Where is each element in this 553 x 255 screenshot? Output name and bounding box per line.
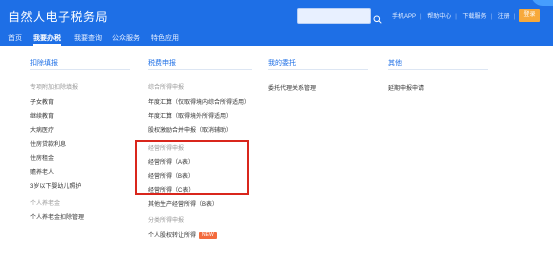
column-divider — [30, 69, 130, 70]
divider: | — [420, 14, 422, 20]
menu-item-serious-illness[interactable]: 大病医疗 — [30, 125, 54, 134]
group-title-special-deduction: 专项附加扣除填报 — [30, 85, 79, 91]
top-links: 手机APP | 帮助中心 | 下载服务 | 注册 | — [392, 11, 519, 20]
nav-featured-apps[interactable]: 特色应用 — [151, 33, 179, 46]
download-link[interactable]: 下载服务 — [463, 14, 487, 20]
nav-query[interactable]: 我要查询 — [74, 33, 102, 46]
help-center-link[interactable]: 帮助中心 — [427, 14, 451, 20]
menu-item-entrust-management[interactable]: 委托代理关系管理 — [268, 83, 316, 92]
menu-item-annual-settlement-overseas[interactable]: 年度汇算（取得境外所得适用） — [148, 111, 232, 120]
divider: | — [455, 14, 457, 20]
menu-item-housing-rent[interactable]: 住房租金 — [30, 153, 54, 162]
menu-item-continuing-education[interactable]: 继续教育 — [30, 111, 54, 120]
column-divider — [148, 69, 252, 70]
column-title-deduction[interactable]: 扣除填报 — [30, 58, 58, 68]
menu-item-equity-incentive[interactable]: 股权激励合并申报（取消辅助） — [148, 125, 232, 134]
new-badge: NEW — [199, 231, 217, 239]
column-title-my-entrust[interactable]: 我的委托 — [268, 58, 296, 68]
divider: | — [513, 14, 516, 20]
register-link[interactable]: 注册 — [498, 14, 510, 20]
menu-item-pension-deduction[interactable]: 个人养老金扣除管理 — [30, 212, 84, 221]
site-title[interactable]: 自然人电子税务局 — [8, 8, 108, 25]
column-divider — [388, 69, 488, 70]
divider: | — [490, 14, 493, 20]
column-title-tax-declaration[interactable]: 税费申报 — [148, 58, 176, 68]
group-title-classified-income: 分类所得申报 — [148, 218, 185, 224]
highlight-annotation-box — [135, 140, 249, 195]
menu-item-mortgage-interest[interactable]: 住房贷款利息 — [30, 139, 66, 148]
menu-item-equity-transfer[interactable]: 个人股权转让所得 NEW — [148, 230, 217, 239]
menu-item-deferred-filing[interactable]: 延期申报申请 — [388, 83, 424, 92]
top-header: 自然人电子税务局 手机APP | 帮助中心 | 下载服务 | 注册 | 登录 — [0, 0, 553, 32]
group-title-pension: 个人养老金 — [30, 201, 61, 207]
corner-decoration — [531, 0, 553, 6]
search-input[interactable] — [297, 8, 371, 24]
menu-item-other-business-income[interactable]: 其他生产经营所得（B表） — [148, 199, 218, 208]
main-nav: 首页 我要办税 我要查询 公众服务 特色应用 — [0, 32, 553, 46]
menu-item-elderly-support[interactable]: 赡养老人 — [30, 167, 54, 176]
menu-item-infant-care[interactable]: 3岁以下婴幼儿照护 — [30, 181, 81, 190]
nav-tax-handling[interactable]: 我要办税 — [33, 33, 61, 46]
column-title-other[interactable]: 其他 — [388, 58, 402, 68]
column-divider — [268, 69, 368, 70]
nav-home[interactable]: 首页 — [8, 33, 22, 46]
login-button[interactable]: 登录 — [519, 9, 540, 22]
mobile-app-link[interactable]: 手机APP — [392, 14, 416, 20]
menu-item-annual-settlement-domestic[interactable]: 年度汇算（仅取得境内综合所得适用） — [148, 97, 250, 106]
menu-item-label: 个人股权转让所得 — [148, 233, 197, 239]
search-icon[interactable] — [373, 11, 382, 24]
group-title-comprehensive-income: 综合所得申报 — [148, 85, 185, 91]
nav-public-service[interactable]: 公众服务 — [112, 33, 140, 46]
menu-item-child-education[interactable]: 子女教育 — [30, 97, 54, 106]
